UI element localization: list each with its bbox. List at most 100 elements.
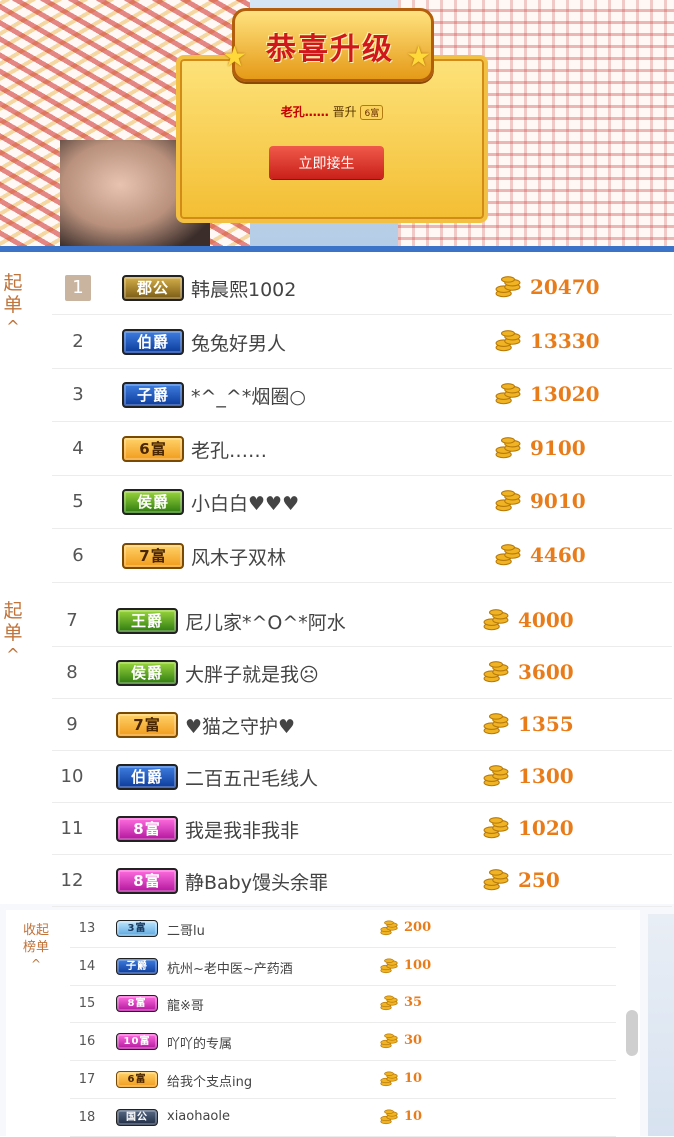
- collapse-ranking-toggle[interactable]: 起 单 ^: [0, 272, 30, 338]
- welcome-button[interactable]: 立即接生: [269, 146, 384, 179]
- table-row[interactable]: 13 3富 二哥lu 200: [70, 910, 616, 948]
- coin-amount: 13020: [530, 382, 600, 406]
- table-row[interactable]: 6 7富 风木子双林 4460: [52, 529, 672, 583]
- coin-amount: 1300: [518, 764, 574, 788]
- table-row[interactable]: 16 10富 吖吖的专属 30: [70, 1023, 616, 1062]
- rank-number: 18: [78, 1109, 96, 1125]
- rank-badge: 侯爵: [122, 489, 184, 515]
- table-row[interactable]: 17 6富 给我个支点ing 10: [70, 1061, 616, 1099]
- rank-badge: 6富: [116, 1070, 158, 1088]
- rank-badge: 3富: [116, 920, 158, 937]
- table-row[interactable]: 3 子爵 *^_^*烟圈○ 13020: [52, 368, 672, 422]
- table-row[interactable]: 15 8富 龍※哥 35: [70, 985, 616, 1024]
- user-name[interactable]: 风木子双林: [191, 543, 286, 570]
- upgrade-user: 老孔……: [280, 105, 329, 119]
- user-name[interactable]: 小白白♥♥♥: [191, 489, 299, 516]
- rank-number: 7: [66, 610, 78, 631]
- rank-number: 3: [72, 384, 84, 405]
- coin-amount: 9100: [530, 435, 586, 460]
- table-row[interactable]: 9 7富 ♥猫之守护♥ 1355: [52, 699, 672, 751]
- coin-amount: 4460: [530, 542, 586, 567]
- coin-amount: 1355: [518, 712, 574, 736]
- coin-amount: 100: [404, 957, 432, 973]
- gold-coin-icon: [380, 1070, 398, 1088]
- gold-coin-icon: [483, 711, 509, 737]
- rank-number: 10: [60, 766, 84, 787]
- gold-coin-icon: [483, 815, 509, 841]
- gold-coin-icon: [495, 435, 521, 461]
- rank-badge: 伯爵: [116, 764, 178, 790]
- table-row[interactable]: 8 侯爵 大胖子就是我☹ 3600: [52, 647, 672, 699]
- user-name[interactable]: 给我个支点ing: [167, 1071, 252, 1090]
- coin-amount: 4000: [518, 608, 574, 632]
- table-row[interactable]: 1 郡公 韩晨熙1002 20470: [52, 261, 672, 315]
- rank-number: 1: [65, 275, 91, 301]
- list-scrollbar[interactable]: [626, 1010, 638, 1056]
- rank-badge: 6富: [122, 435, 184, 462]
- rank-badge: 7富: [122, 542, 184, 569]
- user-name[interactable]: 二哥lu: [167, 920, 205, 939]
- user-name[interactable]: 韩晨熙1002: [191, 275, 296, 302]
- table-row[interactable]: 4 6富 老孔…… 9100: [52, 422, 672, 476]
- rank-badge: 伯爵: [122, 328, 184, 355]
- rank-badge: 子爵: [116, 957, 158, 975]
- user-name[interactable]: ♥猫之守护♥: [185, 712, 295, 739]
- coin-amount: 20470: [530, 275, 600, 299]
- collapse-ranking-toggle[interactable]: 收起 榜单 ^: [16, 922, 56, 973]
- chevron-up-icon: ^: [30, 957, 42, 971]
- gold-coin-icon: [495, 542, 521, 568]
- user-name[interactable]: 大胖子就是我☹: [185, 660, 319, 687]
- collapse-label: 起: [3, 600, 23, 622]
- coin-amount: 3600: [518, 660, 574, 684]
- rank-number: 2: [72, 330, 84, 352]
- gold-coin-icon: [380, 919, 398, 937]
- user-name[interactable]: 杭州~老中医~产药酒: [167, 958, 293, 977]
- rank-number: 13: [78, 921, 96, 936]
- user-name[interactable]: 龍※哥: [167, 995, 204, 1014]
- gold-coin-icon: [495, 381, 521, 407]
- user-name[interactable]: xiaohaole: [167, 1109, 230, 1124]
- table-row[interactable]: 18 国公 xiaohaole 10: [70, 1099, 616, 1137]
- gold-coin-icon: [380, 1032, 398, 1050]
- rank-badge: 10富: [116, 1033, 158, 1051]
- gold-coin-icon: [495, 488, 521, 514]
- rank-badge: 8富: [116, 816, 178, 842]
- collapse-label: 起: [3, 272, 23, 294]
- user-name[interactable]: 老孔……: [191, 436, 267, 463]
- rank-number: 12: [60, 870, 84, 891]
- chevron-up-icon: ^: [6, 317, 20, 336]
- upgrade-badge: 6富: [360, 105, 384, 120]
- table-row[interactable]: 7 王爵 尼儿家*^O^*阿水 4000: [52, 595, 672, 647]
- coin-amount: 200: [404, 920, 432, 935]
- gold-coin-icon: [483, 607, 509, 633]
- collapse-label: 单: [3, 622, 23, 644]
- user-name[interactable]: 二百五卍毛线人: [185, 764, 318, 791]
- table-row[interactable]: 5 侯爵 小白白♥♥♥ 9010: [52, 475, 672, 529]
- gold-coin-icon: [483, 659, 509, 685]
- user-name[interactable]: 兔兔好男人: [191, 329, 286, 356]
- user-name[interactable]: 尼儿家*^O^*阿水: [185, 608, 346, 635]
- rank-number: 17: [78, 1071, 96, 1087]
- user-name[interactable]: *^_^*烟圈○: [191, 382, 306, 409]
- user-name[interactable]: 我是我非我非: [185, 816, 299, 843]
- user-name[interactable]: 静Baby馒头余罪: [185, 868, 328, 895]
- rank-badge: 郡公: [122, 275, 184, 301]
- rank-number: 6: [72, 544, 84, 566]
- collapse-ranking-toggle[interactable]: 起 单 ^: [0, 600, 30, 666]
- rank-number: 4: [72, 437, 84, 459]
- gold-coin-icon: [483, 763, 509, 789]
- table-row[interactable]: 11 8富 我是我非我非 1020: [52, 803, 672, 855]
- coin-amount: 9010: [530, 489, 586, 513]
- table-row[interactable]: 14 子爵 杭州~老中医~产药酒 100: [70, 948, 616, 986]
- rank-number: 14: [78, 958, 96, 974]
- rank-number: 8: [66, 662, 78, 683]
- table-row[interactable]: 10 伯爵 二百五卍毛线人 1300: [52, 751, 672, 803]
- rank-number: 15: [78, 996, 96, 1012]
- table-row[interactable]: 12 8富 静Baby馒头余罪 250: [52, 855, 672, 907]
- user-name[interactable]: 吖吖的专属: [167, 1033, 232, 1052]
- table-row[interactable]: 2 伯爵 兔兔好男人 13330: [52, 315, 672, 369]
- rank-number: 16: [78, 1034, 96, 1050]
- collapse-label: 单: [3, 294, 23, 316]
- upgrade-verb: 晋升: [332, 105, 357, 119]
- rank-number: 5: [72, 491, 84, 512]
